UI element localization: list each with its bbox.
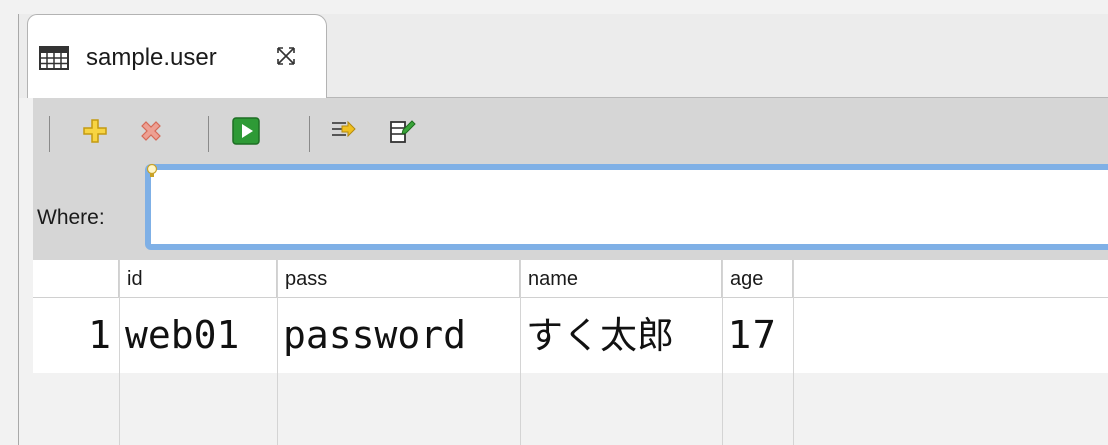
table-icon (39, 46, 69, 70)
where-input[interactable] (145, 164, 1108, 250)
wrap-icon[interactable] (326, 114, 360, 148)
grid-column-line (119, 260, 120, 445)
close-icon[interactable] (272, 42, 300, 70)
table-cell-age[interactable]: 17 (722, 298, 793, 373)
edit-columns-icon[interactable] (385, 114, 419, 148)
table-cell-pass[interactable]: password (277, 298, 520, 373)
grid-column-line (277, 260, 278, 445)
column-header-pass[interactable]: pass (277, 260, 520, 298)
column-header-name[interactable]: name (520, 260, 722, 298)
grid-column-line (793, 260, 794, 445)
column-header-filler (793, 260, 1108, 298)
row-number-header (33, 260, 119, 298)
table-row-empty (33, 373, 1108, 445)
table-cell-id[interactable]: web01 (119, 298, 277, 373)
column-header-id[interactable]: id (119, 260, 277, 298)
where-label: Where: (37, 206, 105, 229)
delete-row-icon[interactable] (134, 114, 168, 148)
column-header-age[interactable]: age (722, 260, 793, 298)
row-number: 1 (88, 313, 111, 357)
toolbar-separator (49, 116, 50, 152)
toolbar-separator (309, 116, 310, 152)
content-assist-bulb-icon (146, 163, 158, 181)
grid-column-line (520, 260, 521, 445)
run-icon[interactable] (229, 114, 263, 148)
toolbar-separator (208, 116, 209, 152)
table-cell-name[interactable]: すく太郎 (520, 298, 722, 373)
grid-column-line (722, 260, 723, 445)
tab-title: sample.user (86, 44, 217, 71)
add-row-icon[interactable] (78, 114, 112, 148)
